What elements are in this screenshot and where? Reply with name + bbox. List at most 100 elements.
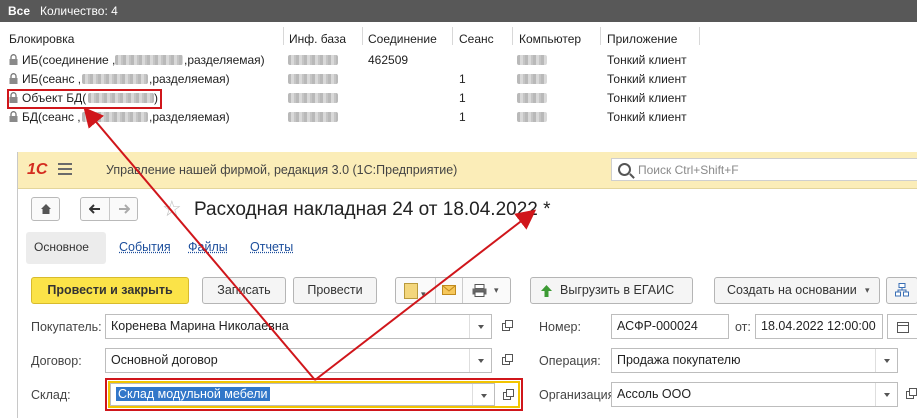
session-value: 1 [459, 91, 466, 105]
print-button[interactable]: ▾ [462, 278, 511, 303]
post-button[interactable]: Провести [293, 277, 377, 304]
contract-field[interactable]: Основной договор [105, 348, 492, 373]
document-title: Расходная накладная 24 от 18.04.2022 * [194, 199, 551, 220]
chevron-down-icon[interactable]: ▾ [421, 282, 426, 307]
col-header-computer[interactable]: Компьютер [519, 32, 581, 46]
chevron-down-icon[interactable] [875, 349, 898, 372]
export-egais-button[interactable]: Выгрузить в ЕГАИС [530, 277, 693, 304]
organization-label: Организация: [539, 388, 618, 402]
search-icon [618, 163, 631, 176]
count-label: Количество: 4 [40, 4, 118, 18]
focus-frame [108, 381, 520, 408]
table-row[interactable]: ИБ(сеанс , ,разделяемая) 1 Тонкий клиент [0, 70, 700, 89]
session-value: 1 [459, 72, 466, 86]
col-header-application[interactable]: Приложение [607, 32, 677, 46]
redacted-computer [517, 74, 547, 84]
buyer-field[interactable]: Коренева Марина Николаевна [105, 314, 492, 339]
table-row[interactable]: ИБ(соединение , ,разделяемая) 462509 Тон… [0, 51, 700, 70]
tab-files[interactable]: Файлы [188, 240, 228, 254]
nav-back-forward [80, 197, 138, 221]
export-egais-label: Выгрузить в ЕГАИС [560, 283, 675, 297]
highlight-box-lock [7, 89, 162, 109]
home-button[interactable] [31, 197, 60, 221]
filter-all[interactable]: Все [8, 4, 30, 18]
tab-main-label: Основное [34, 240, 89, 254]
forward-button[interactable] [110, 198, 138, 220]
back-button[interactable] [81, 198, 110, 220]
open-icon[interactable] [904, 387, 917, 401]
tab-events[interactable]: События [119, 240, 171, 254]
lock-name-suffix: ,разделяемая) [184, 53, 265, 67]
search-placeholder: Поиск Ctrl+Shift+F [638, 163, 739, 177]
open-icon[interactable] [500, 319, 514, 333]
email-button[interactable] [435, 278, 462, 303]
locks-header-bar: Все Количество: 4 [0, 0, 917, 22]
col-header-lock[interactable]: Блокировка [9, 32, 74, 46]
redacted-computer [517, 55, 547, 65]
organization-field[interactable]: Ассоль ООО [611, 382, 898, 407]
lock-name-suffix: ,разделяемая) [149, 72, 230, 86]
calendar-icon [897, 322, 909, 333]
chevron-down-icon: ▾ [865, 285, 870, 295]
lock-name-suffix: ,разделяемая) [149, 110, 230, 124]
application-value: Тонкий клиент [607, 53, 687, 67]
operation-label: Операция: [539, 354, 601, 368]
col-header-infobase[interactable]: Инф. база [289, 32, 346, 46]
redacted-infobase [288, 93, 338, 103]
app-title: Управление нашей фирмой, редакция 3.0 (1… [106, 163, 458, 177]
date-label: от: [735, 320, 751, 334]
number-label: Номер: [539, 320, 581, 334]
col-divider [600, 27, 601, 45]
contract-label: Договор: [31, 354, 82, 368]
calendar-button[interactable] [887, 314, 917, 339]
lock-icon [9, 73, 18, 84]
buyer-value: Коренева Марина Николаевна [111, 319, 289, 333]
search-input[interactable]: Поиск Ctrl+Shift+F [611, 158, 917, 181]
redacted-value [82, 74, 148, 84]
col-header-session[interactable]: Сеанс [459, 32, 494, 46]
arrow-right-icon [119, 204, 131, 214]
lock-name: БД(сеанс , [22, 110, 81, 124]
operation-field[interactable]: Продажа покупателю [611, 348, 898, 373]
open-icon[interactable] [500, 353, 514, 367]
contract-value: Основной договор [111, 353, 218, 367]
col-header-connection[interactable]: Соединение [368, 32, 437, 46]
create-based-on-label: Создать на основании [727, 283, 857, 297]
chevron-down-icon[interactable] [469, 349, 492, 372]
envelope-icon [442, 285, 456, 295]
redacted-infobase [288, 74, 338, 84]
number-value: АСФР-000024 [617, 319, 698, 333]
chevron-down-icon[interactable] [469, 315, 492, 338]
col-divider [452, 27, 453, 45]
warehouse-label: Склад: [31, 388, 71, 402]
toolbar-icon-group: ▾ ▾ [395, 277, 511, 304]
col-divider [362, 27, 363, 45]
connection-value: 462509 [368, 53, 409, 67]
arrow-up-icon [541, 285, 552, 297]
redacted-value [115, 55, 183, 65]
1c-logo: 1С [27, 161, 48, 178]
lock-icon [9, 54, 18, 65]
lock-icon [9, 111, 18, 122]
organization-value: Ассоль ООО [617, 387, 692, 401]
structure-button[interactable] [886, 277, 917, 304]
menu-icon[interactable] [58, 163, 72, 175]
post-and-close-button[interactable]: Провести и закрыть [31, 277, 189, 304]
tab-main[interactable]: Основное [26, 232, 106, 264]
save-button[interactable]: Записать [202, 277, 286, 304]
chevron-down-icon[interactable] [875, 383, 898, 406]
application-value: Тонкий клиент [607, 91, 687, 105]
document-print-icon[interactable] [404, 283, 418, 299]
chevron-down-icon: ▾ [494, 285, 499, 295]
date-field[interactable]: 18.04.2022 12:00:00 [755, 314, 883, 339]
create-based-on-button[interactable]: Создать на основании ▾ [714, 277, 880, 304]
date-value: 18.04.2022 12:00:00 [761, 319, 876, 333]
table-row[interactable]: БД(сеанс , ,разделяемая) 1 Тонкий клиент [0, 108, 700, 127]
number-field[interactable]: АСФР-000024 [611, 314, 729, 339]
favorite-star-icon[interactable]: ☆ [162, 196, 182, 222]
col-divider [512, 27, 513, 45]
redacted-value [82, 112, 148, 122]
application-value: Тонкий клиент [607, 110, 687, 124]
tab-reports[interactable]: Отчеты [250, 240, 293, 254]
home-icon [40, 204, 51, 214]
